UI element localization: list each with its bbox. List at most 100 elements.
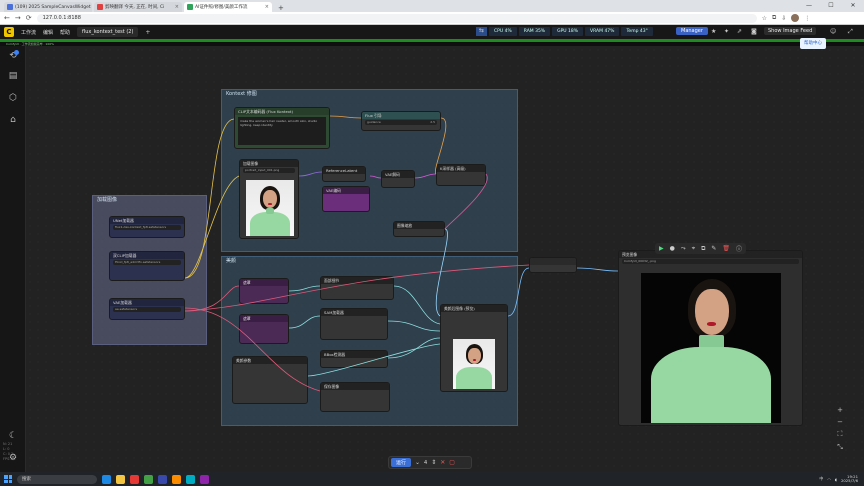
graph-canvas[interactable]: Kontext 修图 加载图像 美颜 CLIP文本编码器 (Flux Konte… bbox=[26, 46, 864, 472]
clear-queue-icon[interactable]: ▢ bbox=[449, 459, 455, 466]
fit-view-icon[interactable]: ⛶ bbox=[833, 430, 847, 439]
menu-workflow[interactable]: 工作流 bbox=[21, 29, 36, 36]
close-icon[interactable]: × bbox=[175, 4, 179, 10]
node-bbox[interactable]: BBox检测器 bbox=[320, 350, 388, 368]
model-library-icon[interactable]: ⬡ bbox=[7, 92, 19, 104]
volume-icon[interactable]: ◖ bbox=[835, 477, 837, 482]
windows-start-icon[interactable] bbox=[4, 475, 12, 483]
node-vae-decode[interactable]: VAE解码 bbox=[381, 170, 415, 188]
taskbar-app-icon[interactable] bbox=[116, 474, 125, 484]
clock[interactable]: 19:21 2025/7/6 bbox=[841, 474, 858, 484]
stepper-icon[interactable]: ⇕ bbox=[431, 459, 436, 466]
run-node-icon[interactable]: ▶ bbox=[659, 245, 664, 252]
language-indicator[interactable]: 中 bbox=[819, 476, 823, 482]
preview-portrait-image bbox=[641, 273, 781, 423]
reload-icon[interactable]: ⟳ bbox=[26, 14, 32, 22]
bypass-icon[interactable]: ⤳ bbox=[681, 245, 686, 253]
node-guidance[interactable]: Flux 引导 guidance 2.5 bbox=[361, 111, 441, 131]
manager-button[interactable]: Manager bbox=[676, 27, 708, 35]
zoom-out-icon[interactable]: − bbox=[833, 418, 847, 426]
run-options-chevron-icon[interactable]: ⌄ bbox=[415, 459, 420, 466]
browser-tab-3[interactable]: AI证件照/修图/美颜工作流 × bbox=[184, 2, 272, 12]
puzzle-icon[interactable]: ✦ bbox=[724, 28, 729, 35]
toggle-links-icon[interactable]: ⤡ bbox=[833, 443, 847, 452]
help-center-button[interactable]: 帮助中心 bbox=[800, 38, 826, 49]
taskbar-search[interactable]: 搜索 bbox=[17, 474, 97, 484]
run-button[interactable]: 运行 bbox=[391, 458, 412, 467]
info-icon[interactable]: ⓘ bbox=[736, 244, 742, 253]
image-feed-toggle[interactable]: Show Image Feed bbox=[764, 27, 817, 35]
color-icon[interactable]: ● bbox=[670, 245, 675, 252]
node-mask-1[interactable]: 遮罩 bbox=[239, 278, 289, 304]
downloads-icon[interactable]: ⇩ bbox=[781, 15, 786, 22]
node-bypassed[interactable]: VAE编码 bbox=[322, 186, 370, 212]
convert-icon[interactable]: ⧉ bbox=[701, 245, 705, 253]
user-icon[interactable]: ☺ bbox=[830, 28, 836, 35]
node-reference-latent[interactable]: ReferenceLatent bbox=[322, 166, 366, 182]
workflows-icon[interactable]: ⌂ bbox=[7, 114, 19, 126]
node-unet-loader[interactable]: UNet加载器 flux1-dev-kontext_fp8.safetensor… bbox=[109, 216, 185, 238]
temp-monitor: Temp 43° bbox=[621, 27, 653, 36]
node-beauty-output[interactable]: 美颜后图像 (预览) bbox=[440, 304, 508, 392]
extensions-icon[interactable]: ⧉ bbox=[772, 14, 776, 22]
node-save[interactable]: 保存图像 bbox=[320, 382, 390, 412]
workflow-tab[interactable]: flux_kontext_test (2) bbox=[77, 27, 139, 37]
guidance-widget[interactable]: guidance 2.5 bbox=[365, 120, 437, 125]
add-workflow-icon[interactable]: + bbox=[145, 29, 150, 36]
camera-icon[interactable]: ◙ bbox=[751, 28, 757, 35]
comfy-logo-icon[interactable]: C bbox=[4, 27, 14, 37]
forward-icon[interactable]: → bbox=[15, 14, 21, 22]
canvas-stats: N: 21 L: 0 C: 0.2 FPS: 0 bbox=[3, 442, 14, 461]
node-library-icon[interactable]: ▤ bbox=[7, 70, 19, 82]
node-vae-loader[interactable]: VAE加载器 ae.safetensors bbox=[109, 298, 185, 320]
node-beauty-settings[interactable]: 美颜参数 bbox=[232, 356, 308, 404]
edit-icon[interactable]: ✎ bbox=[711, 245, 716, 252]
star-icon[interactable]: ★ bbox=[711, 28, 716, 35]
node-preview-image[interactable]: 预览图像 ComfyUI_00032_.png bbox=[618, 250, 803, 426]
taskbar-app-icon[interactable] bbox=[186, 474, 195, 484]
zoom-in-icon[interactable]: + bbox=[833, 406, 847, 414]
menu-edit[interactable]: 编辑 bbox=[43, 29, 53, 36]
browser-menu-icon[interactable]: ⋮ bbox=[804, 15, 810, 22]
taskbar-app-icon[interactable] bbox=[172, 474, 181, 484]
cancel-icon[interactable]: ✕ bbox=[440, 459, 445, 466]
maximize-button[interactable]: ☐ bbox=[820, 0, 842, 12]
taskbar-app-icon[interactable] bbox=[158, 474, 167, 484]
cpu-monitor: CPU 4% bbox=[489, 27, 517, 36]
new-tab-button[interactable]: + bbox=[274, 4, 288, 12]
queue-toggle-icon[interactable]: ⇆ bbox=[476, 27, 488, 36]
taskbar-app-icon[interactable] bbox=[200, 474, 209, 484]
profile-avatar[interactable] bbox=[791, 14, 800, 22]
close-window-button[interactable]: ✕ bbox=[842, 0, 864, 12]
fullscreen-icon[interactable]: ⤢ bbox=[848, 28, 853, 36]
prompt-textarea[interactable]: make the woman's hair neater, smooth ski… bbox=[238, 117, 326, 145]
url-input[interactable]: 127.0.0.1:8188 bbox=[36, 13, 757, 23]
taskbar-app-icon[interactable] bbox=[144, 474, 153, 484]
pin-icon[interactable]: ⌖ bbox=[692, 245, 695, 253]
wifi-icon[interactable]: ◠ bbox=[827, 477, 831, 482]
node-sam[interactable]: SAM加载器 bbox=[320, 308, 388, 340]
image-filename-select[interactable]: portrait_input_001.png bbox=[243, 168, 295, 173]
menu-help[interactable]: 帮助 bbox=[60, 29, 70, 36]
browser-tab-1[interactable]: (109) 2025 SampleCanvasWidget× bbox=[4, 2, 92, 12]
node-mask-2[interactable]: 遮罩 bbox=[239, 314, 289, 344]
node-reroute[interactable] bbox=[529, 257, 577, 273]
bookmark-star-icon[interactable]: ☆ bbox=[762, 15, 767, 22]
node-ksampler[interactable]: K采样器 (高级) bbox=[436, 164, 486, 186]
node-upscale[interactable]: 图像缩放 bbox=[393, 221, 445, 237]
share-icon[interactable]: ⇗ bbox=[737, 28, 742, 35]
taskbar-app-icon[interactable] bbox=[130, 474, 139, 484]
back-icon[interactable]: ← bbox=[4, 14, 10, 22]
minimize-button[interactable]: — bbox=[798, 0, 820, 12]
batch-count-input[interactable]: 4 bbox=[424, 460, 427, 466]
node-prompt[interactable]: CLIP文本编码器 (Flux Kontext) make the woman'… bbox=[234, 107, 330, 149]
browser-tabstrip: (109) 2025 SampleCanvasWidget× 剪映翻译 今天, … bbox=[0, 0, 864, 12]
node-dual-clip[interactable]: 双CLIP加载器 t5xxl_fp8_e4m3fn.safetensors bbox=[109, 251, 185, 281]
delete-icon[interactable]: 🗑 bbox=[722, 245, 730, 252]
close-icon[interactable]: × bbox=[265, 4, 269, 10]
theme-icon[interactable]: ☾ bbox=[7, 430, 19, 442]
node-load-image[interactable]: 加载图像 portrait_input_001.png bbox=[239, 159, 299, 239]
node-face-detail[interactable]: 面部细节 bbox=[320, 276, 394, 300]
browser-tab-2[interactable]: 剪映翻译 今天, 正在, 时间, Ci × bbox=[94, 2, 182, 12]
taskbar-app-icon[interactable] bbox=[102, 474, 111, 484]
